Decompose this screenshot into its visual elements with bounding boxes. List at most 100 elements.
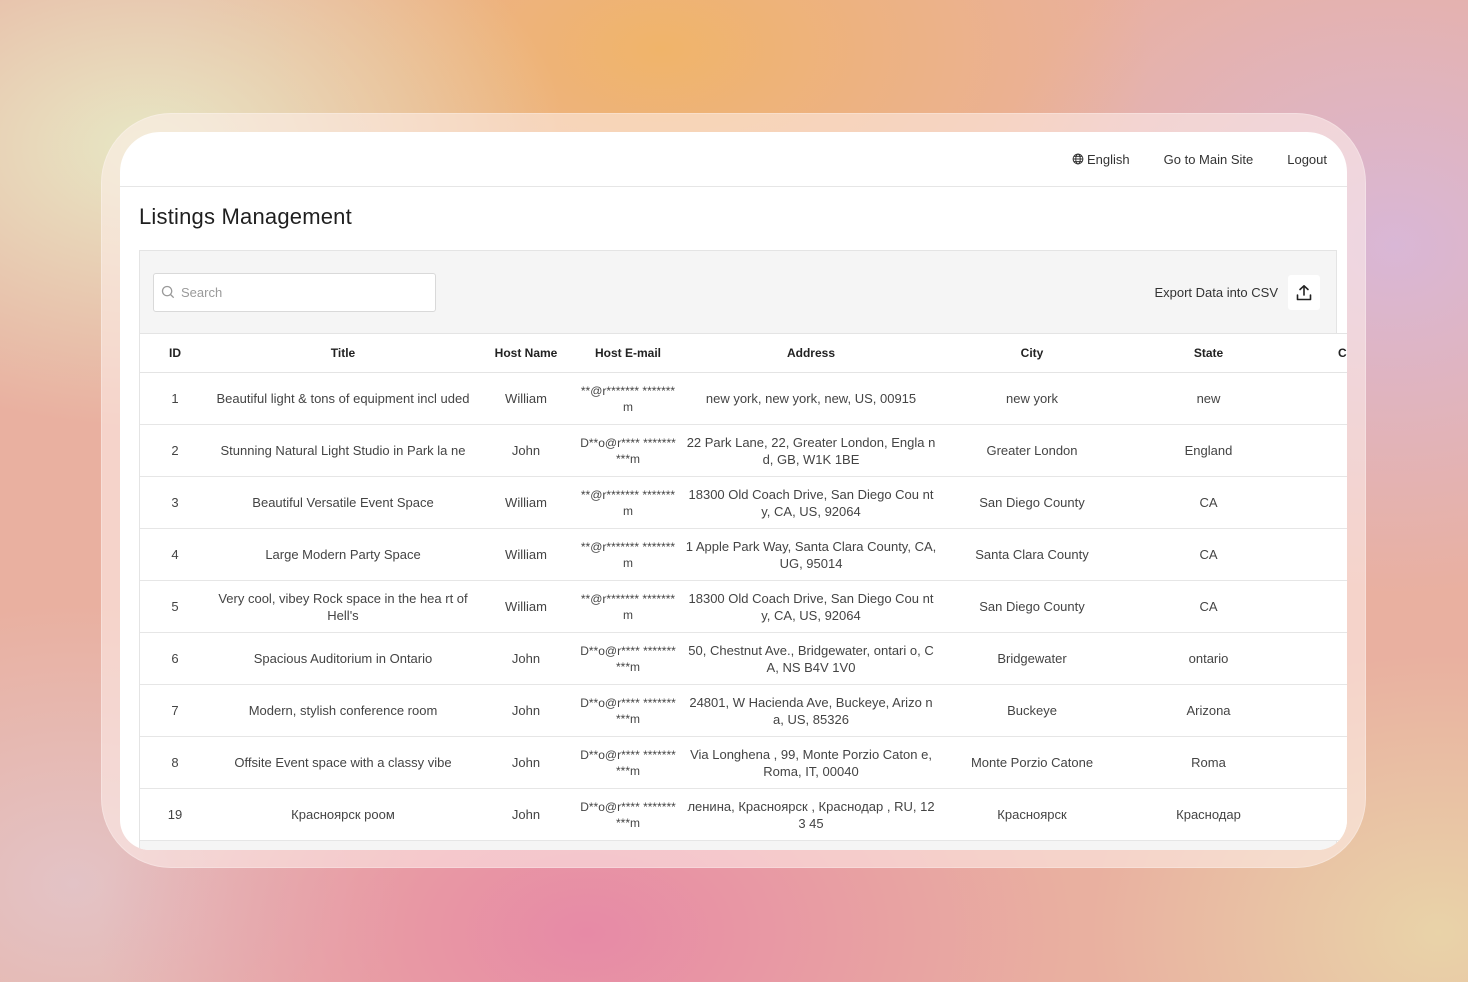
cell-id: 1 [140,372,210,425]
cell-host-name: William [476,528,576,581]
cell-address: 18300 Old Coach Drive, San Diego Cou nty… [680,580,942,633]
cell-host-name: John [476,424,576,477]
cell-id: 4 [140,528,210,581]
main-site-link[interactable]: Go to Main Site [1164,152,1254,167]
cell-co [1295,424,1347,477]
table-row[interactable]: 5 Very cool, vibey Rock space in the hea… [140,580,1347,633]
table-body: 1 Beautiful light & tons of equipment in… [140,372,1347,841]
cell-host-name: John [476,736,576,789]
table-row[interactable]: 19 Красноярск роом John D**o@r**** *****… [140,788,1347,841]
column-header-title[interactable]: Title [210,333,476,373]
column-header-city[interactable]: City [942,333,1122,373]
cell-state: Arizona [1122,684,1295,737]
table-header: ID Title Host Name Host E-mail Address C… [140,333,1347,373]
cell-id: 5 [140,580,210,633]
search-icon [161,285,175,299]
cell-city: Greater London [942,424,1122,477]
table-row[interactable]: 7 Modern, stylish conference room John D… [140,684,1347,737]
cell-state: Roma [1122,736,1295,789]
table-row[interactable]: 4 Large Modern Party Space William **@r*… [140,528,1347,581]
app-window: English Go to Main Site Logout Listings … [120,132,1347,850]
cell-id: 6 [140,632,210,685]
cell-city: Buckeye [942,684,1122,737]
cell-host-email: **@r******* *******m [576,528,680,581]
cell-title: Stunning Natural Light Studio in Park la… [210,424,476,477]
cell-city: Bridgewater [942,632,1122,685]
logout-link[interactable]: Logout [1287,152,1327,167]
cell-host-name: John [476,684,576,737]
cell-state: Краснодар [1122,788,1295,841]
cell-host-email: **@r******* *******m [576,372,680,425]
column-header-host-name[interactable]: Host Name [476,333,576,373]
table-row[interactable]: 8 Offsite Event space with a classy vibe… [140,736,1347,789]
cell-state: CA [1122,476,1295,529]
search-input[interactable] [181,284,421,300]
cell-co [1295,372,1347,425]
top-navbar: English Go to Main Site Logout [120,132,1347,187]
cell-title: Offsite Event space with a classy vibe [210,736,476,789]
export-group: Export Data into CSV [1154,274,1320,310]
listings-panel: Export Data into CSV ID Title Host Name … [139,250,1347,850]
cell-city: Monte Porzio Catone [942,736,1122,789]
column-header-state[interactable]: State [1122,333,1295,373]
column-header-co[interactable]: Co [1295,333,1347,373]
cell-host-email: D**o@r**** **********m [576,424,680,477]
cell-address: ленина, Красноярск , Краснодар , RU, 123… [680,788,942,841]
cell-city: new york [942,372,1122,425]
column-header-address[interactable]: Address [680,333,942,373]
cell-address: 22 Park Lane, 22, Greater London, Engla … [680,424,942,477]
cell-host-email: D**o@r**** **********m [576,788,680,841]
upload-icon [1296,284,1312,300]
cell-state: CA [1122,580,1295,633]
cell-id: 7 [140,684,210,737]
cell-id: 8 [140,736,210,789]
cell-city: San Diego County [942,476,1122,529]
cell-state: CA [1122,528,1295,581]
globe-icon [1072,153,1084,165]
listings-table: ID Title Host Name Host E-mail Address C… [140,333,1347,841]
cell-co [1295,476,1347,529]
cell-host-email: **@r******* *******m [576,580,680,633]
cell-title: Spacious Auditorium in Ontario [210,632,476,685]
cell-co [1295,528,1347,581]
table-toolbar: Export Data into CSV [140,251,1336,333]
column-header-host-email[interactable]: Host E-mail [576,333,680,373]
cell-co [1295,788,1347,841]
cell-host-name: John [476,632,576,685]
cell-co [1295,684,1347,737]
cell-host-email: D**o@r**** **********m [576,632,680,685]
search-box[interactable] [153,272,436,312]
column-header-id[interactable]: ID [140,333,210,373]
cell-address: 1 Apple Park Way, Santa Clara County, CA… [680,528,942,581]
language-label: English [1086,151,1130,167]
cell-address: Via Longhena , 99, Monte Porzio Caton e,… [680,736,942,789]
cell-host-name: William [476,476,576,529]
cell-state: England [1122,424,1295,477]
cell-id: 2 [140,424,210,477]
cell-host-email: **@r******* *******m [576,476,680,529]
cell-title: Large Modern Party Space [210,528,476,581]
cell-host-email: D**o@r**** **********m [576,684,680,737]
language-selector[interactable]: English [1072,152,1130,167]
cell-city: Santa Clara County [942,528,1122,581]
table-row[interactable]: 6 Spacious Auditorium in Ontario John D*… [140,632,1347,685]
cell-state: new [1122,372,1295,425]
cell-address: 50, Chestnut Ave., Bridgewater, ontari o… [680,632,942,685]
table-row[interactable]: 3 Beautiful Versatile Event Space Willia… [140,476,1347,529]
cell-address: new york, new york, new, US, 00915 [680,372,942,425]
export-csv-button[interactable] [1288,274,1320,310]
cell-co [1295,580,1347,633]
cell-title: Modern, stylish conference room [210,684,476,737]
cell-title: Beautiful Versatile Event Space [210,476,476,529]
cell-co [1295,632,1347,685]
cell-host-email: D**o@r**** **********m [576,736,680,789]
table-row[interactable]: 2 Stunning Natural Light Studio in Park … [140,424,1347,477]
cell-title: Beautiful light & tons of equipment incl… [210,372,476,425]
cell-city: Красноярск [942,788,1122,841]
cell-host-name: William [476,580,576,633]
cell-address: 18300 Old Coach Drive, San Diego Cou nty… [680,476,942,529]
page-title: Listings Management [139,204,352,229]
table-row[interactable]: 1 Beautiful light & tons of equipment in… [140,372,1347,425]
cell-address: 24801, W Hacienda Ave, Buckeye, Arizo na… [680,684,942,737]
cell-id: 19 [140,788,210,841]
